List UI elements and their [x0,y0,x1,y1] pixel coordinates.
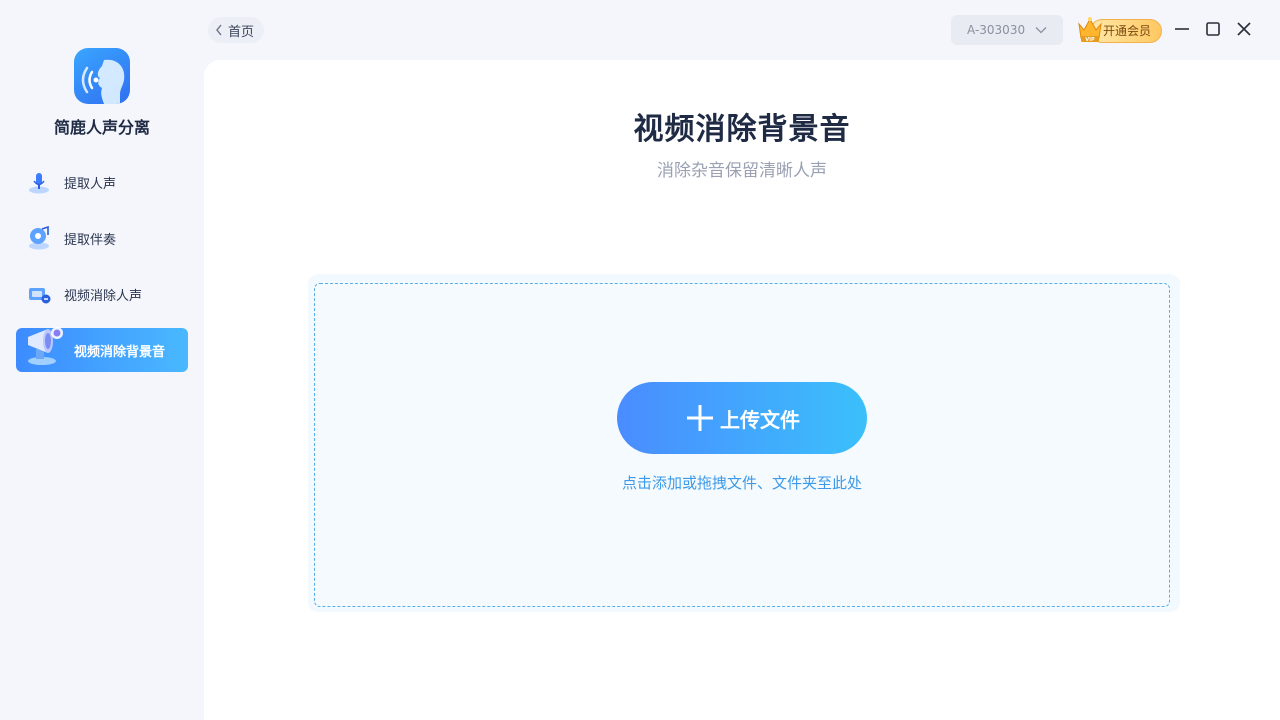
chevron-left-icon [216,24,222,36]
dropzone-hint: 点击添加或拖拽文件、文件夹至此处 [621,474,862,492]
minimize-icon[interactable] [1172,19,1192,39]
app-logo-icon [74,48,130,104]
sidebar-nav: 提取人声 提取伴奏 视频消除人声 视频消除背景音 [16,160,188,384]
sidebar-item-label: 提取伴奏 [64,232,117,248]
plus-icon [687,405,713,431]
page-subtitle: 消除杂音保留清晰人声 [657,161,827,181]
account-dropdown[interactable]: A-303030 [951,15,1063,45]
main-panel: 视频消除背景音 消除杂音保留清晰人声 上传文件 点击添加或拖拽文件、文件夹至此处 [204,60,1280,720]
vocal-extract-icon [26,169,52,195]
vip-badge-text: VIP [1085,37,1095,43]
video-remove-background-icon [22,323,66,367]
app-name: 简鹿人声分离 [53,118,150,137]
close-icon[interactable] [1234,19,1254,39]
upload-label: 上传文件 [720,407,800,432]
sidebar: 简鹿人声分离 提取人声 提取伴奏 视频消除人声 视频消除背景音 [0,0,204,720]
sidebar-item-video-remove-vocal[interactable]: 视频消除人声 [16,272,188,316]
sidebar-item-extract-vocal[interactable]: 提取人声 [16,160,188,204]
sidebar-item-label: 提取人声 [64,176,117,192]
home-label: 首页 [228,24,255,40]
sidebar-item-label: 视频消除背景音 [74,344,166,360]
sidebar-item-extract-accompaniment[interactable]: 提取伴奏 [16,216,188,260]
upload-file-button[interactable]: 上传文件 [617,382,867,454]
accompaniment-extract-icon [26,225,52,251]
vip-button[interactable]: 开通会员 VIP [1076,16,1164,46]
crown-icon: VIP [1078,17,1102,43]
page-title: 视频消除背景音 [633,112,851,147]
video-remove-vocal-icon [26,281,52,307]
sidebar-item-label: 视频消除人声 [64,288,143,304]
home-back-button[interactable]: 首页 [208,17,265,43]
maximize-icon[interactable] [1203,19,1223,39]
chevron-down-icon [1035,27,1047,34]
account-id: A-303030 [967,23,1026,37]
sidebar-item-video-remove-background[interactable]: 视频消除背景音 [16,327,188,372]
